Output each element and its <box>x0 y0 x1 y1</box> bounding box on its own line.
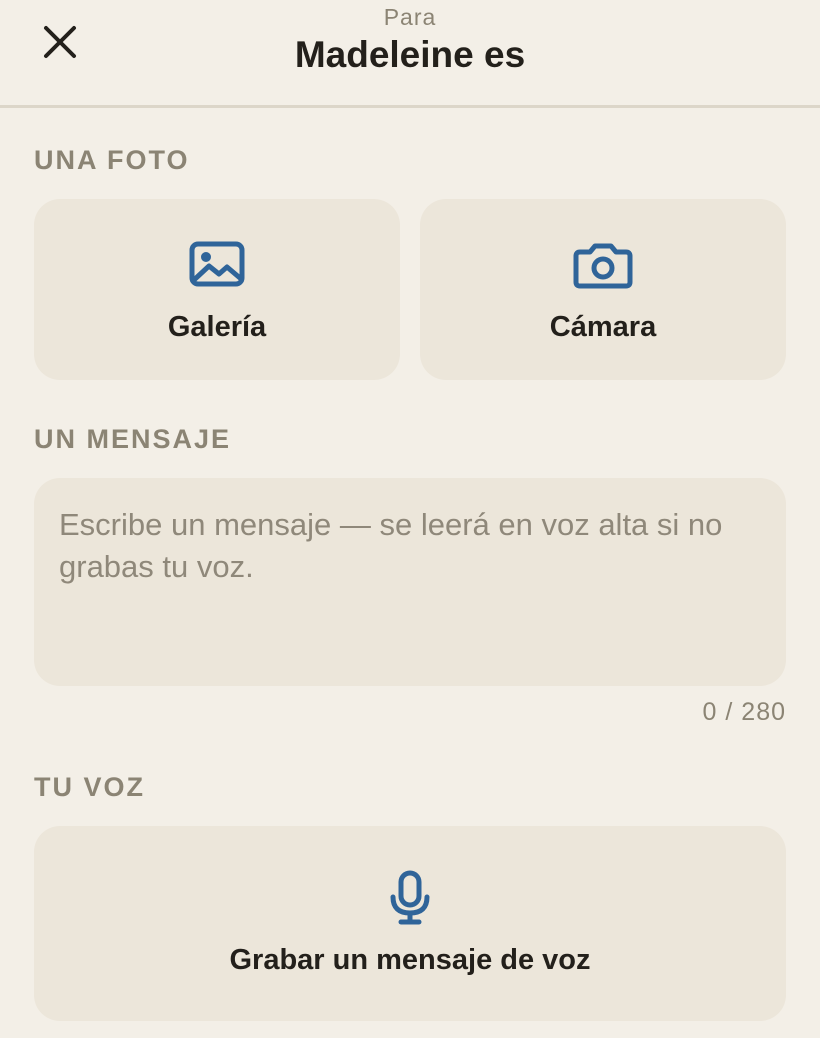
header: Para Madeleine es <box>0 0 820 108</box>
recipient-title: Madeleine es <box>294 34 526 75</box>
recipient-eyebrow: Para <box>383 4 437 30</box>
record-voice-button[interactable]: Grabar un mensaje de voz <box>34 826 786 1021</box>
character-counter: 0 / 280 <box>702 698 786 726</box>
microphone-icon <box>390 870 430 925</box>
message-input[interactable] <box>59 504 761 660</box>
voice-section-label: TU VOZ <box>34 772 145 802</box>
gallery-label: Galería <box>167 311 267 343</box>
photo-section-label: UNA FOTO <box>34 145 190 175</box>
image-icon <box>189 241 245 287</box>
camera-label: Cámara <box>549 311 657 343</box>
message-section-label: UN MENSAJE <box>34 424 232 454</box>
gallery-button[interactable]: Galería <box>34 199 400 380</box>
record-voice-label: Grabar un mensaje de voz <box>229 944 591 976</box>
message-field-container <box>34 478 786 686</box>
camera-icon <box>573 243 633 289</box>
camera-button[interactable]: Cámara <box>420 199 786 380</box>
